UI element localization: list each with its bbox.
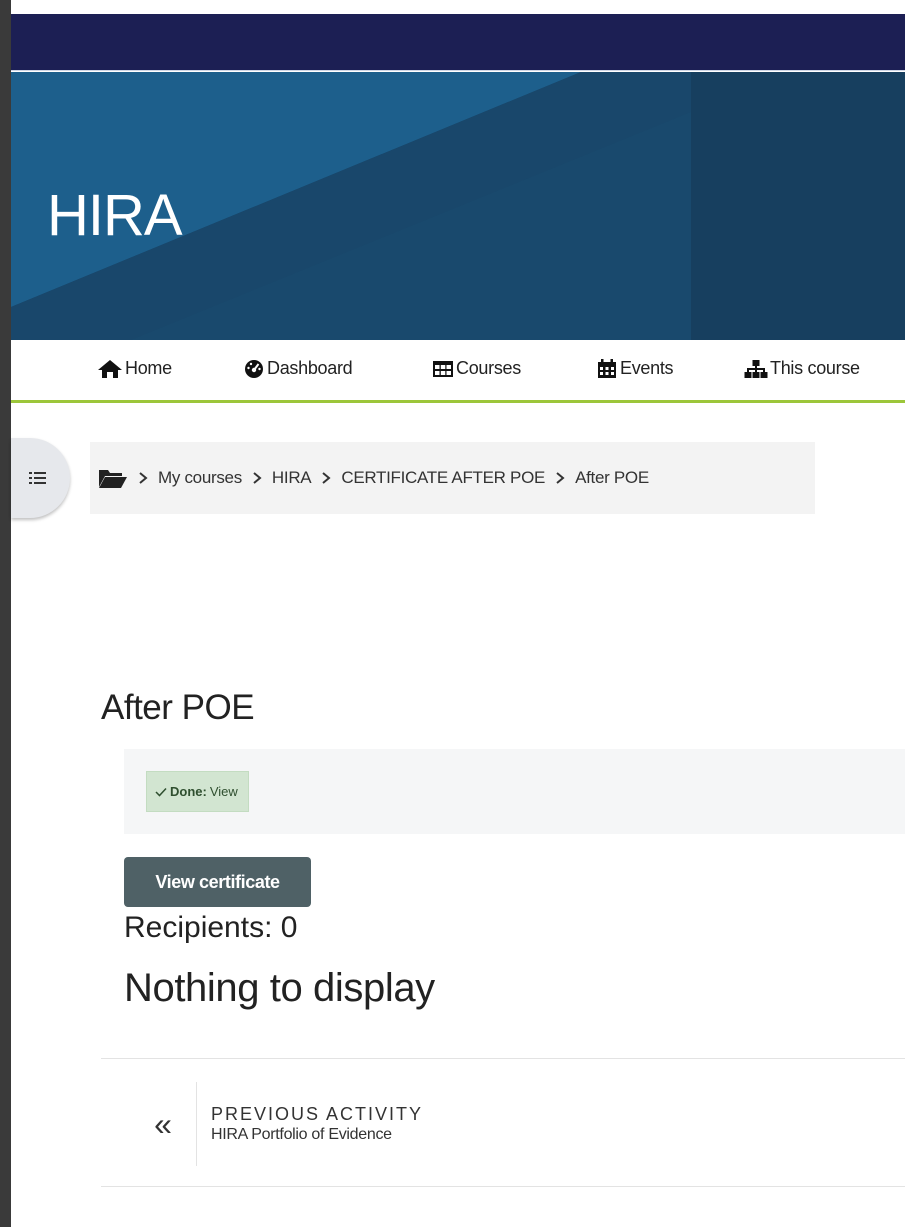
recipients-count: Recipients: 0 xyxy=(124,911,298,944)
course-header-banner: HIRA xyxy=(11,72,905,340)
breadcrumb-separator-icon xyxy=(138,472,148,484)
nav-home-label: Home xyxy=(125,358,172,378)
calendar-icon xyxy=(598,358,616,378)
nav-events-label: Events xyxy=(620,358,674,378)
divider xyxy=(101,1186,905,1187)
nav-dashboard-label: Dashboard xyxy=(267,358,353,378)
top-navbar xyxy=(11,14,905,71)
double-chevron-left-icon: « xyxy=(130,1082,197,1166)
folder-open-icon[interactable] xyxy=(98,467,128,489)
nav-home[interactable]: Home xyxy=(97,358,172,379)
breadcrumb-current[interactable]: After POE xyxy=(575,468,649,488)
view-certificate-button[interactable]: View certificate xyxy=(124,857,311,907)
nav-courses-label: Courses xyxy=(456,358,521,378)
check-icon xyxy=(155,787,167,797)
previous-activity-name: HIRA Portfolio of Evidence xyxy=(211,1126,392,1143)
nav-courses[interactable]: Courses xyxy=(432,358,521,379)
list-icon xyxy=(29,472,46,484)
completion-done-value: View xyxy=(209,784,238,799)
previous-activity-label: PREVIOUS ACTIVITY xyxy=(211,1104,424,1124)
home-icon xyxy=(98,359,122,378)
primary-navigation: Home Dashboard Courses Events This cours… xyxy=(11,340,905,403)
dashboard-icon xyxy=(245,359,263,378)
breadcrumb-my-courses[interactable]: My courses xyxy=(158,468,242,488)
divider xyxy=(101,1058,905,1059)
completion-status-badge: Done: View xyxy=(146,771,249,812)
previous-activity-text: PREVIOUS ACTIVITY HIRA Portfolio of Evid… xyxy=(197,1104,423,1144)
empty-state-message: Nothing to display xyxy=(124,966,435,1010)
breadcrumb-course[interactable]: HIRA xyxy=(272,468,312,488)
activity-completion-panel: Done: View xyxy=(124,749,905,834)
sitemap-icon xyxy=(744,359,768,378)
nav-events[interactable]: Events xyxy=(596,358,674,379)
window-edge xyxy=(0,0,11,1227)
nav-dashboard[interactable]: Dashboard xyxy=(243,358,353,379)
breadcrumb: My courses HIRA CERTIFICATE AFTER POE Af… xyxy=(90,442,815,514)
course-title: HIRA xyxy=(47,183,183,248)
breadcrumb-separator-icon xyxy=(555,472,565,484)
completion-done-label: Done: xyxy=(170,784,207,799)
breadcrumb-section[interactable]: CERTIFICATE AFTER POE xyxy=(341,468,545,488)
course-index-toggle[interactable] xyxy=(11,438,70,518)
nav-this-course-label: This course xyxy=(770,358,860,378)
page-title: After POE xyxy=(101,688,255,727)
breadcrumb-separator-icon xyxy=(252,472,262,484)
breadcrumb-separator-icon xyxy=(321,472,331,484)
previous-activity-link[interactable]: « PREVIOUS ACTIVITY HIRA Portfolio of Ev… xyxy=(130,1082,423,1166)
table-icon xyxy=(433,360,453,377)
nav-this-course[interactable]: This course xyxy=(744,358,860,379)
